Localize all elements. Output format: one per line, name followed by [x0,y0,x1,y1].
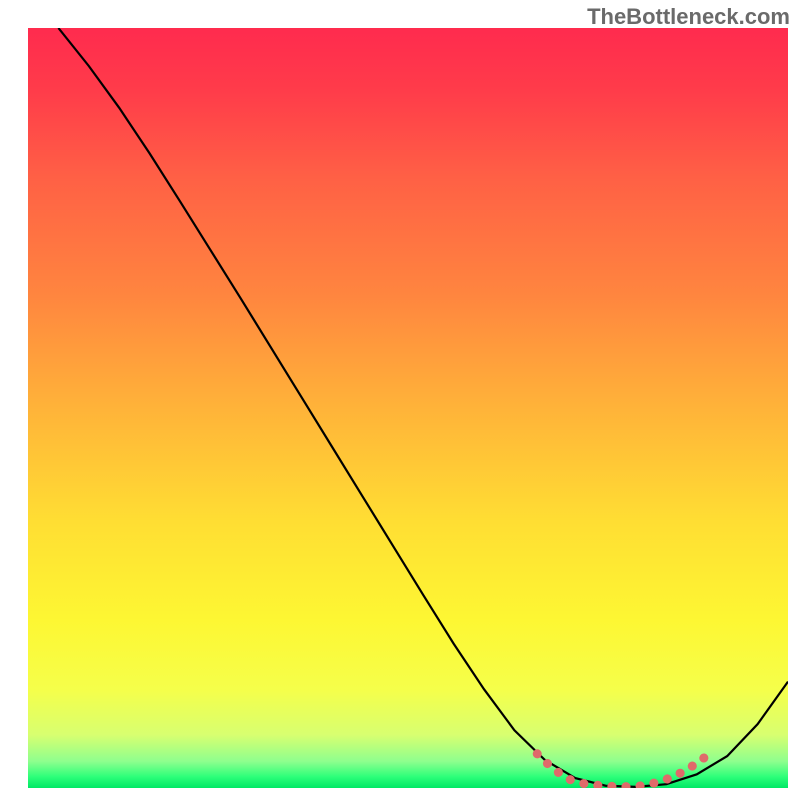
chart-root: TheBottleneck.com [0,0,800,800]
bottleneck-chart [0,0,800,800]
watermark-text: TheBottleneck.com [587,4,790,30]
